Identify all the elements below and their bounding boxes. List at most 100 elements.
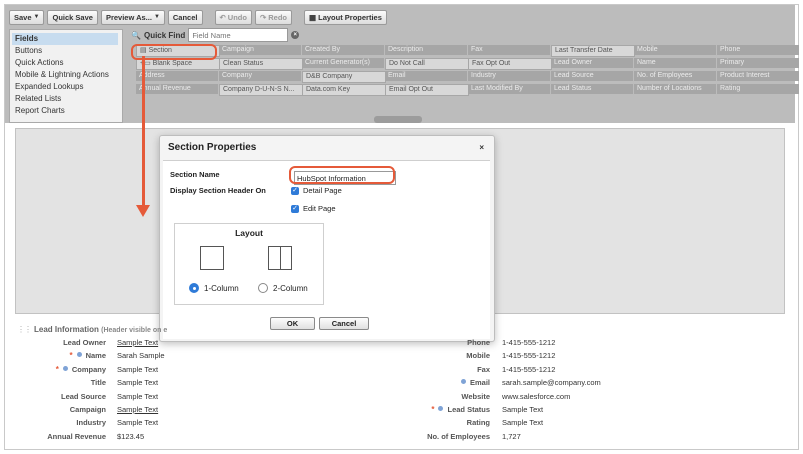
field-label-wrap: * Company [6, 364, 106, 376]
layout-properties-button[interactable]: ▦ Layout Properties [304, 9, 387, 25]
field-value: Sarah Sample [117, 351, 165, 360]
field-value: sarah.sample@company.com [502, 378, 601, 387]
preview-as-button[interactable]: Preview As... ▼ [100, 9, 165, 25]
edit-page-checkbox[interactable]: ✓ Edit Page [291, 204, 336, 213]
field-label: Name [85, 351, 106, 360]
save-button[interactable]: Save ▼ [9, 9, 45, 25]
required-icon: * [55, 365, 59, 374]
field-item[interactable]: Phone [717, 45, 799, 55]
field-item[interactable]: Last Transfer Date [551, 45, 635, 57]
field-label: Title [90, 378, 106, 387]
field-item[interactable]: Current Generator(s) [302, 58, 384, 68]
field-item[interactable]: D&B Company [302, 71, 386, 83]
field-value: Sample Text [502, 405, 544, 414]
field-item[interactable]: Product Interest [717, 71, 799, 81]
one-column-radio[interactable]: 1-Column [189, 283, 239, 293]
chevron-down-icon: ▼ [33, 13, 40, 20]
dialog-title: Section Properties [168, 142, 257, 153]
field-item[interactable]: Industry [468, 71, 550, 81]
detail-page-checkbox[interactable]: ✓ Detail Page [291, 186, 342, 195]
sidebar-item-report-charts[interactable]: Report Charts [10, 105, 122, 117]
field-grid: ▤ Section Campaign Created By Descriptio… [127, 43, 799, 121]
sidebar-item-fields[interactable]: Fields [12, 33, 118, 45]
cancel-button[interactable]: Cancel [167, 9, 203, 25]
drag-grip-icon: ⋮⋮ [17, 325, 32, 334]
field-item[interactable]: Annual Revenue [136, 84, 218, 94]
arrow-down-icon [136, 205, 150, 217]
layout-title: Layout [235, 228, 263, 238]
field-item[interactable]: Address [136, 71, 218, 81]
field-label: Lead Source [60, 392, 106, 401]
field-item[interactable]: Email Opt Out [385, 84, 469, 96]
sidebar-item-buttons[interactable]: Buttons [10, 45, 122, 57]
field-item[interactable]: Email [385, 71, 467, 81]
clear-icon[interactable]: × [291, 31, 300, 39]
redo-button[interactable]: ↷ Redo [254, 9, 293, 25]
field-item[interactable]: Company [219, 71, 301, 81]
field-value: 1-415-555-1212 [502, 338, 556, 347]
field-item[interactable]: Created By [302, 45, 384, 55]
field-item[interactable]: Lead Source [551, 71, 633, 81]
field-value: 1,727 [502, 432, 521, 441]
field-value: Sample Text [502, 418, 544, 427]
one-column-icon [200, 246, 224, 270]
field-item[interactable]: No. of Employees [634, 71, 716, 81]
lead-section-header[interactable]: ⋮⋮ Lead Information (Header visible on e [17, 325, 167, 334]
field-dot-icon [62, 366, 68, 371]
field-label: Rating [466, 418, 490, 427]
field-label: Campaign [69, 405, 106, 414]
field-item[interactable]: Lead Status [551, 84, 633, 94]
field-value: Sample Text [117, 418, 159, 427]
field-label: Fax [477, 365, 490, 374]
field-label: Industry [76, 418, 106, 427]
sidebar-item-expanded-lookups[interactable]: Expanded Lookups [10, 81, 122, 93]
field-dot-icon [460, 379, 466, 384]
field-item[interactable]: Data.com Key [302, 84, 386, 96]
quick-save-button[interactable]: Quick Save [47, 9, 98, 25]
field-item[interactable]: Company D-U-N-S N... [219, 84, 303, 96]
chevron-down-icon: ▼ [153, 13, 160, 20]
field-item[interactable]: Number of Locations [634, 84, 716, 94]
quick-find: 🔍 Quick Find × [131, 28, 300, 42]
field-label: Company [71, 365, 106, 374]
dialog-cancel-button[interactable]: Cancel [319, 317, 369, 330]
checkmark-icon: ✓ [291, 186, 299, 195]
field-item[interactable]: Name [634, 58, 716, 68]
two-column-radio[interactable]: 2-Column [258, 283, 308, 293]
search-icon: 🔍 [131, 30, 141, 40]
field-value: Sample Text [117, 405, 159, 414]
layout-options: Layout 1-Column 2-Column [174, 223, 324, 305]
field-item[interactable]: Fax Opt Out [468, 58, 552, 70]
sidebar-item-related-lists[interactable]: Related Lists [10, 93, 122, 105]
quick-find-input[interactable] [188, 28, 289, 42]
undo-icon: ↶ [219, 12, 226, 22]
field-value: Sample Text [117, 365, 159, 374]
sidebar-item-mobile-lightning-actions[interactable]: Mobile & Lightning Actions [10, 69, 122, 81]
undo-button[interactable]: ↶ Undo [214, 9, 252, 25]
field-item[interactable]: Description [385, 45, 467, 55]
field-item[interactable]: Last Modified By [468, 84, 550, 94]
field-item[interactable]: Mobile [634, 45, 716, 55]
field-item[interactable]: Lead Owner [551, 58, 633, 68]
undo-label: Undo [227, 12, 247, 22]
field-value: Sample Text [117, 378, 159, 387]
palette-resize-handle[interactable] [374, 116, 422, 123]
field-dot-icon [76, 352, 82, 357]
checkmark-icon: ✓ [291, 204, 299, 213]
field-label: Email [469, 378, 490, 387]
drag-arrow [142, 56, 145, 208]
section-properties-dialog: Section Properties × Section Name Displa… [159, 135, 495, 342]
two-column-icon [268, 246, 292, 270]
field-item[interactable]: Primary [717, 58, 799, 68]
field-item[interactable]: Rating [717, 84, 799, 94]
field-item[interactable]: Clean Status [219, 58, 303, 70]
ok-button[interactable]: OK [270, 317, 315, 330]
field-item[interactable]: Fax [468, 45, 550, 55]
close-icon[interactable]: × [479, 143, 484, 152]
redo-icon: ↷ [259, 12, 267, 22]
field-item[interactable]: Do Not Call [385, 58, 469, 70]
field-label: Lead Owner [63, 338, 106, 347]
sidebar-item-quick-actions[interactable]: Quick Actions [10, 57, 122, 69]
field-value: $123.45 [117, 432, 145, 441]
field-item[interactable]: Campaign [219, 45, 301, 55]
